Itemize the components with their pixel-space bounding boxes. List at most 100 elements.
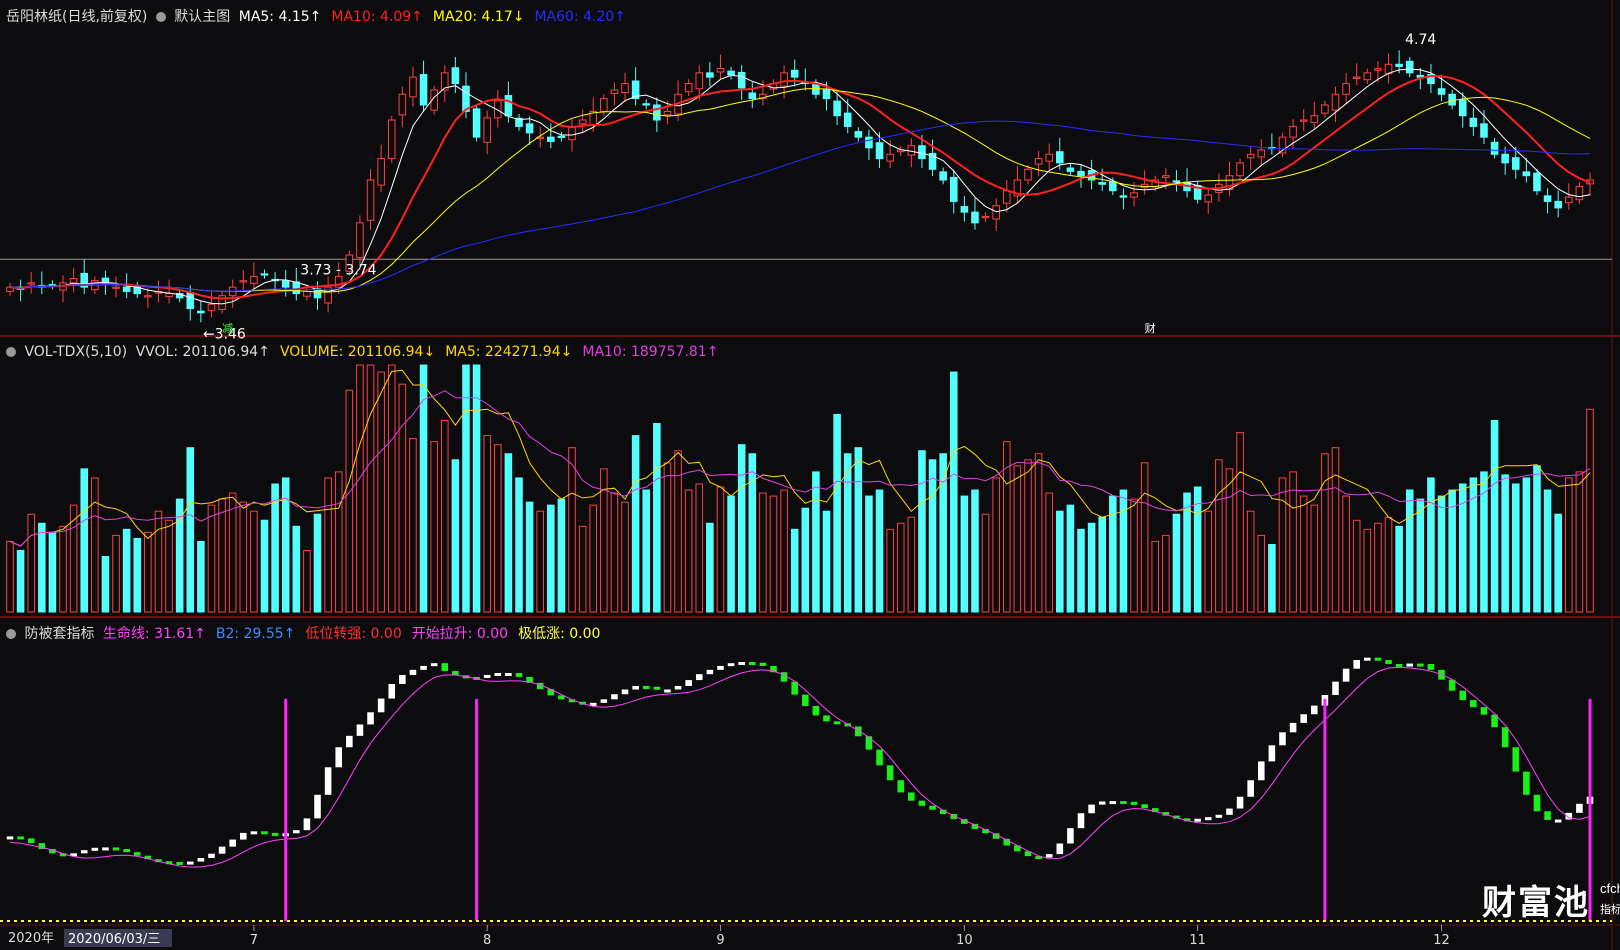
volume-bar bbox=[854, 447, 863, 613]
candle-body bbox=[1045, 153, 1053, 162]
candle-body bbox=[1533, 172, 1541, 192]
candle-body bbox=[1480, 123, 1488, 138]
signal-bar bbox=[802, 694, 809, 706]
volume-bar bbox=[1554, 513, 1562, 613]
candle-body bbox=[1522, 171, 1531, 177]
candle-body bbox=[642, 103, 651, 106]
volume-bar bbox=[790, 528, 799, 613]
volume-bar bbox=[621, 501, 629, 613]
volume-bar bbox=[451, 459, 460, 613]
volume-bar bbox=[939, 453, 947, 613]
grid-layer bbox=[0, 0, 1620, 950]
signal-bar bbox=[1533, 794, 1541, 812]
volume-bar bbox=[1427, 477, 1435, 613]
candle-body bbox=[144, 295, 152, 298]
volume-bar bbox=[122, 528, 131, 613]
volume-bar bbox=[1268, 543, 1276, 613]
candle-body bbox=[1469, 117, 1478, 127]
month-label: 7 bbox=[250, 933, 258, 948]
volume-bar bbox=[409, 438, 417, 613]
signal-bar bbox=[324, 767, 332, 795]
volume-bar bbox=[896, 522, 905, 613]
candle-body bbox=[949, 176, 958, 202]
volume-bar bbox=[1257, 534, 1266, 613]
candle-body bbox=[281, 280, 290, 288]
signal-bar bbox=[1257, 761, 1265, 781]
signal-bar bbox=[1342, 668, 1350, 682]
volume-bar bbox=[1045, 492, 1053, 613]
month-label: 12 bbox=[1433, 933, 1450, 948]
volume-bar bbox=[1140, 462, 1149, 613]
candle-body bbox=[165, 293, 173, 298]
month-label: 8 bbox=[483, 933, 491, 948]
signal-bar bbox=[1554, 819, 1562, 823]
signal-bar bbox=[229, 839, 236, 847]
volume-bar bbox=[1384, 516, 1393, 613]
volume-bar bbox=[515, 477, 523, 613]
candle-body bbox=[1554, 200, 1562, 209]
signal-bar bbox=[727, 663, 735, 667]
signal-bar bbox=[1385, 660, 1392, 664]
signal-bar bbox=[685, 680, 692, 686]
volume-bar bbox=[1024, 459, 1032, 613]
volume-bar bbox=[48, 531, 57, 613]
volume-bar bbox=[239, 501, 248, 613]
signal-indicator: 极低涨: 0.00 bbox=[518, 626, 601, 642]
signal-indicator: 低位转强: 0.00 bbox=[305, 626, 402, 642]
volume-bar bbox=[1490, 419, 1499, 613]
signal-bar bbox=[112, 847, 120, 851]
signal-indicator: 开始拉升: 0.00 bbox=[411, 626, 509, 642]
volume-bar bbox=[1575, 471, 1584, 613]
candle-body bbox=[960, 206, 969, 213]
settings-circle-icon[interactable] bbox=[6, 629, 16, 639]
signal-bar bbox=[1279, 732, 1286, 746]
candle-body bbox=[197, 310, 205, 314]
settings-circle-icon[interactable] bbox=[6, 347, 16, 357]
volume-bar bbox=[493, 444, 502, 613]
candle-body bbox=[303, 290, 311, 297]
volume-indicator: MA5: 224271.94↓ bbox=[445, 344, 573, 360]
signal-bar bbox=[420, 665, 427, 670]
signal-bar bbox=[738, 662, 745, 665]
candle-body bbox=[981, 215, 990, 219]
volume-bar bbox=[695, 483, 704, 613]
signal-bar bbox=[271, 832, 279, 836]
signal-bar bbox=[1056, 843, 1064, 855]
watermark: 财富池 cfchi.com 指标交易平台 bbox=[1482, 875, 1620, 924]
signal-bar bbox=[706, 669, 714, 675]
signal-bar bbox=[430, 663, 438, 667]
candle-body bbox=[1331, 93, 1340, 111]
volume-bar bbox=[981, 513, 990, 613]
signal-bar bbox=[759, 662, 767, 666]
volume-bar bbox=[133, 537, 142, 613]
month-label: 9 bbox=[716, 933, 724, 948]
settings-circle-icon[interactable] bbox=[155, 12, 166, 22]
high-price-label: 4.74 bbox=[1405, 32, 1436, 48]
volume-bar bbox=[91, 477, 99, 613]
candle-body bbox=[1162, 175, 1170, 178]
candle-body bbox=[610, 89, 619, 94]
signal-bar bbox=[1098, 801, 1106, 805]
main-panel-header: 岳阳林纸(日线,前复权) 默认主图 MA5: 4.15↑ MA10: 4.09↑ M… bbox=[6, 6, 640, 26]
stock-chart[interactable]: 4.74←3.463.73 - 3.74减财 2020年 2020/06/03/三… bbox=[0, 0, 1620, 950]
volume-bar bbox=[960, 495, 969, 613]
candle-body bbox=[69, 278, 78, 284]
candle-body bbox=[1299, 119, 1308, 122]
volume-bar bbox=[992, 477, 1000, 613]
volume-bar bbox=[101, 556, 110, 613]
candle-body bbox=[1374, 68, 1382, 71]
signal-bar bbox=[833, 721, 841, 725]
candle-body bbox=[790, 69, 799, 78]
ref-line-label: 3.73 - 3.74 bbox=[300, 262, 376, 278]
volume-bar bbox=[228, 492, 237, 613]
volume-bar bbox=[1448, 489, 1456, 613]
candle-body bbox=[525, 123, 534, 134]
signal-bar bbox=[653, 686, 661, 690]
volume-bar bbox=[1299, 495, 1308, 613]
candle-body bbox=[1204, 194, 1213, 203]
signal-bar bbox=[1395, 663, 1403, 667]
candle-body bbox=[822, 88, 831, 100]
month-label: 10 bbox=[956, 933, 973, 948]
volume-bar bbox=[727, 495, 735, 613]
volume-bar bbox=[780, 489, 788, 613]
